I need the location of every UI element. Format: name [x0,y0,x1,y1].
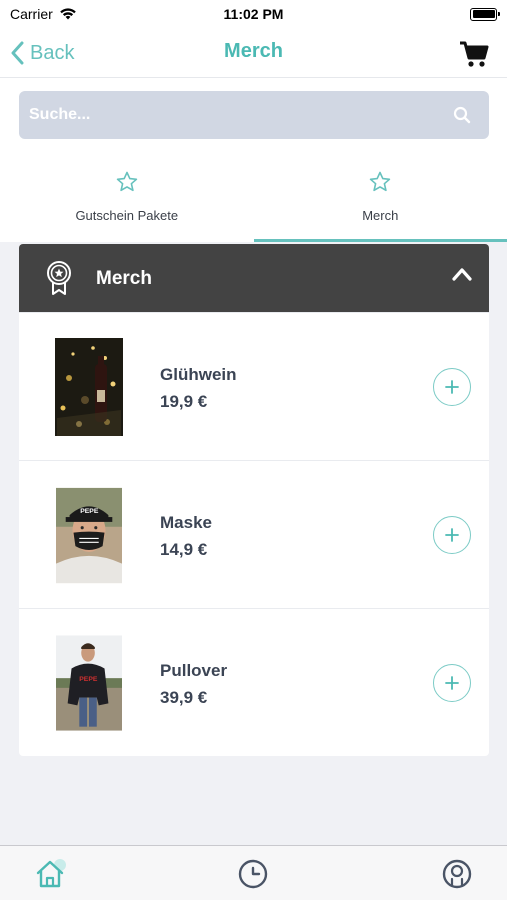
product-row[interactable]: PEPE Pullover 39,9 € [19,608,489,756]
battery-icon [470,7,500,21]
svg-text:PEPE: PEPE [80,508,99,515]
bottom-tab-bar [0,845,507,900]
search-section [0,78,507,154]
add-to-cart-button[interactable] [433,664,471,702]
product-name: Maske [160,513,212,532]
category-tabs: Gutschein Pakete Merch [0,154,507,242]
product-image-maske: PEPE [56,487,122,584]
add-to-cart-button[interactable] [433,516,471,554]
page-title: Merch [224,40,283,62]
tab-label: Gutschein Pakete [75,208,179,223]
product-price: 39,9 € [160,688,208,707]
search-bar [19,91,489,139]
add-to-cart-button[interactable] [433,368,471,406]
product-image-pullover: PEPE [56,635,122,731]
star-icon [370,171,391,192]
search-input[interactable] [19,91,439,139]
navigation-bar: Back Merch [0,28,507,78]
product-name: Pullover [160,661,228,680]
category-header[interactable]: Merch [19,244,489,312]
category-section: Merch Glühwein 19,9 € PEPE Maske 14,9 € … [19,244,489,756]
wifi-icon [59,8,76,20]
plus-icon [445,380,459,394]
clock-icon[interactable] [237,858,269,890]
search-icon[interactable] [453,106,471,124]
profile-icon[interactable] [441,858,473,890]
tab-merch[interactable]: Merch [253,154,507,242]
tab-gutschein-pakete[interactable]: Gutschein Pakete [0,154,254,242]
cart-icon[interactable] [459,40,489,68]
svg-text:PEPE: PEPE [79,676,98,683]
plus-icon [445,528,459,542]
product-name: Glühwein [160,365,237,384]
status-left: Carrier [10,6,77,22]
chevron-up-icon[interactable] [452,266,472,282]
tab-label: Merch [362,208,399,223]
product-price: 19,9 € [160,392,208,411]
carrier-label: Carrier [10,6,53,22]
home-icon[interactable] [34,858,66,890]
status-bar: Carrier 11:02 PM [0,0,507,28]
product-image-gluehwein [55,338,123,436]
star-icon [116,171,137,192]
category-title: Merch [96,268,152,289]
product-price: 14,9 € [160,540,208,559]
product-row[interactable]: PEPE Maske 14,9 € [19,460,489,608]
product-row[interactable]: Glühwein 19,9 € [19,312,489,460]
plus-icon [445,676,459,690]
award-badge-icon [47,261,71,295]
